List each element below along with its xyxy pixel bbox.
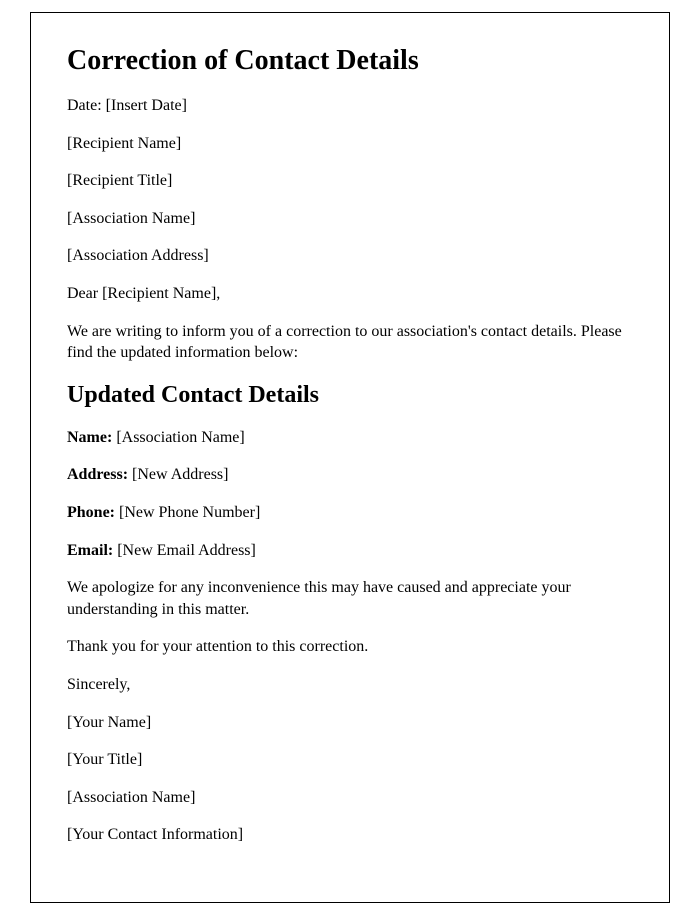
salutation-prefix: Dear [67, 285, 102, 302]
salutation-suffix: , [216, 285, 220, 302]
detail-name: Name: [Association Name] [67, 427, 633, 449]
document-title: Correction of Contact Details [67, 45, 633, 77]
detail-email: Email: [New Email Address] [67, 540, 633, 562]
detail-name-label: Name: [67, 429, 116, 446]
sender-contact: [Your Contact Information] [67, 824, 633, 846]
document-page: Correction of Contact Details Date: [Ins… [30, 12, 670, 903]
sender-association: [Association Name] [67, 787, 633, 809]
detail-email-value: [New Email Address] [117, 542, 256, 559]
thanks-paragraph: Thank you for your attention to this cor… [67, 636, 633, 658]
recipient-name: [Recipient Name] [67, 133, 633, 155]
detail-phone-value: [New Phone Number] [119, 504, 260, 521]
detail-address: Address: [New Address] [67, 464, 633, 486]
detail-email-label: Email: [67, 542, 117, 559]
sender-name: [Your Name] [67, 712, 633, 734]
sender-title: [Your Title] [67, 749, 633, 771]
detail-address-value: [New Address] [132, 466, 228, 483]
salutation-name: [Recipient Name] [102, 285, 216, 302]
association-name: [Association Name] [67, 208, 633, 230]
recipient-title: [Recipient Title] [67, 170, 633, 192]
detail-address-label: Address: [67, 466, 132, 483]
intro-paragraph: We are writing to inform you of a correc… [67, 321, 633, 364]
detail-phone: Phone: [New Phone Number] [67, 502, 633, 524]
apology-paragraph: We apologize for any inconvenience this … [67, 577, 633, 620]
date-value: [Insert Date] [106, 97, 187, 114]
date-label: Date: [67, 97, 106, 114]
date-line: Date: [Insert Date] [67, 95, 633, 117]
salutation: Dear [Recipient Name], [67, 283, 633, 305]
association-address: [Association Address] [67, 245, 633, 267]
subheading: Updated Contact Details [67, 382, 633, 409]
detail-name-value: [Association Name] [116, 429, 244, 446]
closing: Sincerely, [67, 674, 633, 696]
detail-phone-label: Phone: [67, 504, 119, 521]
